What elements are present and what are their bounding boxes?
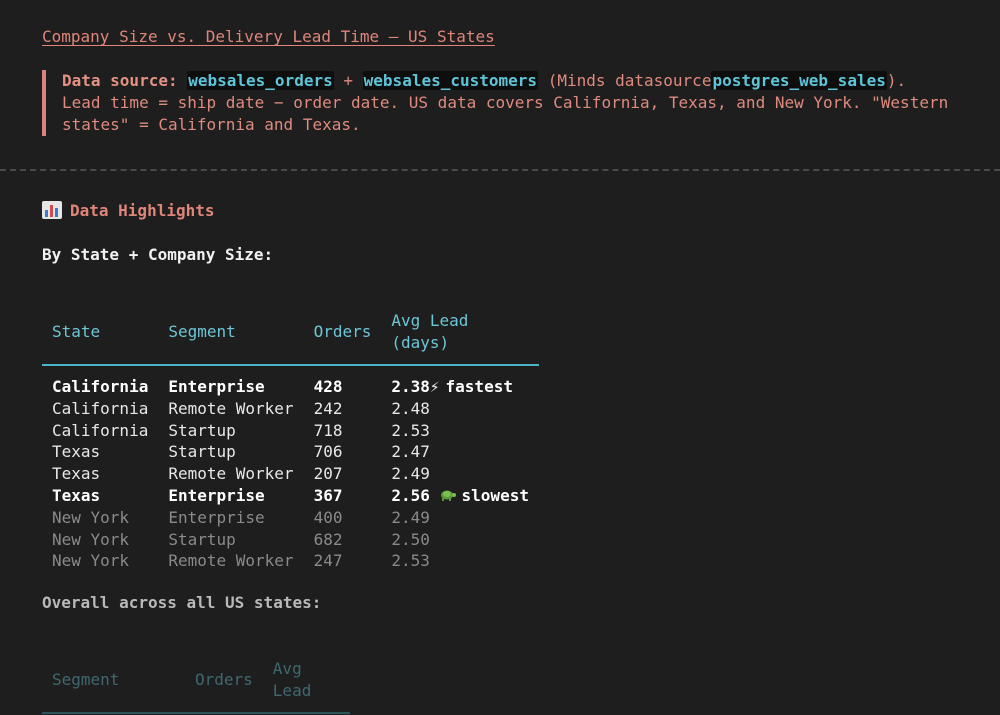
table-row: California Remote Worker 242 2.48 — [42, 398, 539, 420]
cell-segment: Startup — [168, 529, 236, 549]
data-source-label: Data source: — [62, 71, 178, 90]
table-row: Texas Startup 706 2.47 — [42, 441, 539, 463]
cell-orders: 247 — [313, 551, 343, 571]
overall-heading: Overall across all US states: — [42, 593, 322, 612]
data-source-note: Data source: websales_orders + websales_… — [42, 70, 992, 136]
column-header-segment: Segment — [42, 658, 185, 714]
avg-lead-value: 2.38 — [391, 377, 430, 396]
cell-avg-lead: 2.47 — [391, 442, 430, 462]
overall-table: Segment Orders Avg Lead — [42, 658, 350, 714]
plus-sign: + — [343, 71, 354, 90]
column-header-segment: Segment — [158, 310, 304, 366]
table-row: Texas Enterprise 367 2.56 slowest — [42, 485, 539, 507]
cell-avg-lead: 2.53 — [391, 551, 430, 571]
by-state-subheading: By State + Company Size: — [42, 245, 274, 264]
table-row: New York Remote Worker 247 2.53 — [42, 550, 539, 572]
cell-segment: Enterprise — [168, 507, 265, 527]
cell-segment: Startup — [168, 420, 236, 440]
cell-avg-lead: 2.50 — [391, 529, 430, 549]
column-header-avg-lead: Avg Lead — [262, 658, 350, 714]
cell-state: New York — [52, 551, 130, 571]
cell-segment: Startup — [168, 442, 236, 462]
cell-orders: 706 — [313, 442, 343, 462]
cell-orders: 207 — [313, 464, 343, 484]
cell-segment: Remote Worker — [168, 551, 294, 571]
cell-segment: Enterprise — [168, 377, 265, 396]
lead-time-definition: Lead time = ship date − order date. US d… — [62, 93, 949, 134]
cell-segment: Enterprise — [168, 485, 265, 505]
cell-orders: 682 — [313, 529, 343, 549]
table-header-row: State Segment Orders Avg Lead (days) — [42, 310, 539, 366]
cell-segment: Remote Worker — [168, 464, 294, 484]
column-header-orders: Orders — [303, 310, 382, 366]
table-row: New York Startup 682 2.50 — [42, 529, 539, 551]
chat-response: Company Size vs. Delivery Lead Time — US… — [0, 0, 1000, 715]
bar-chart-icon — [42, 201, 62, 219]
cell-segment: Remote Worker — [168, 398, 294, 418]
lightning-icon: ⚡ — [429, 377, 440, 396]
cell-state: California — [52, 377, 149, 396]
table-header-row: Segment Orders Avg Lead — [42, 658, 350, 714]
cell-state: Texas — [52, 464, 101, 484]
cell-orders: 400 — [313, 507, 343, 527]
cell-state: Texas — [52, 485, 101, 505]
minds-suffix: ). — [886, 71, 907, 90]
cell-avg-lead: 2.56 slowest — [381, 485, 539, 507]
avg-lead-value: 2.56 — [391, 485, 430, 505]
slowest-label: slowest — [461, 485, 529, 505]
column-header-orders: Orders — [185, 658, 263, 714]
table-row: California Startup 718 2.53 — [42, 420, 539, 442]
column-header-state: State — [42, 310, 159, 366]
cell-state: California — [52, 398, 149, 418]
cell-state: New York — [52, 529, 130, 549]
table-name-orders: websales_orders — [187, 71, 334, 90]
column-header-avg-lead: Avg Lead (days) — [381, 310, 539, 366]
turtle-icon — [440, 490, 456, 501]
cell-state: New York — [52, 507, 130, 527]
cell-state: California — [52, 420, 149, 440]
section-divider — [0, 169, 1000, 171]
title-link[interactable]: Company Size vs. Delivery Lead Time — US… — [42, 27, 495, 46]
minds-prefix: (Minds datasource — [547, 71, 712, 90]
cell-state: Texas — [52, 442, 101, 462]
cell-orders: 428 — [313, 377, 343, 396]
highlights-heading: Data Highlights — [42, 201, 215, 220]
table-name-customers: websales_customers — [362, 71, 539, 90]
cell-orders: 242 — [313, 398, 343, 418]
highlights-heading-text: Data Highlights — [70, 201, 215, 220]
cell-avg-lead: 2.53 — [391, 420, 430, 440]
fastest-label: fastest — [445, 377, 513, 396]
cell-avg-lead: 2.38⚡ fastest — [381, 365, 539, 398]
cell-avg-lead: 2.49 — [391, 464, 430, 484]
datasource-name: postgres_web_sales — [711, 71, 887, 90]
cell-orders: 367 — [313, 485, 343, 505]
cell-orders: 718 — [313, 420, 343, 440]
cell-avg-lead: 2.49 — [391, 507, 430, 527]
table-row: California Enterprise 428 2.38⚡ fastest — [42, 365, 539, 398]
cell-avg-lead: 2.48 — [391, 398, 430, 418]
table-row: New York Enterprise 400 2.49 — [42, 507, 539, 529]
table-row: Texas Remote Worker 207 2.49 — [42, 463, 539, 485]
state-segment-table: State Segment Orders Avg Lead (days) Cal… — [42, 310, 539, 572]
